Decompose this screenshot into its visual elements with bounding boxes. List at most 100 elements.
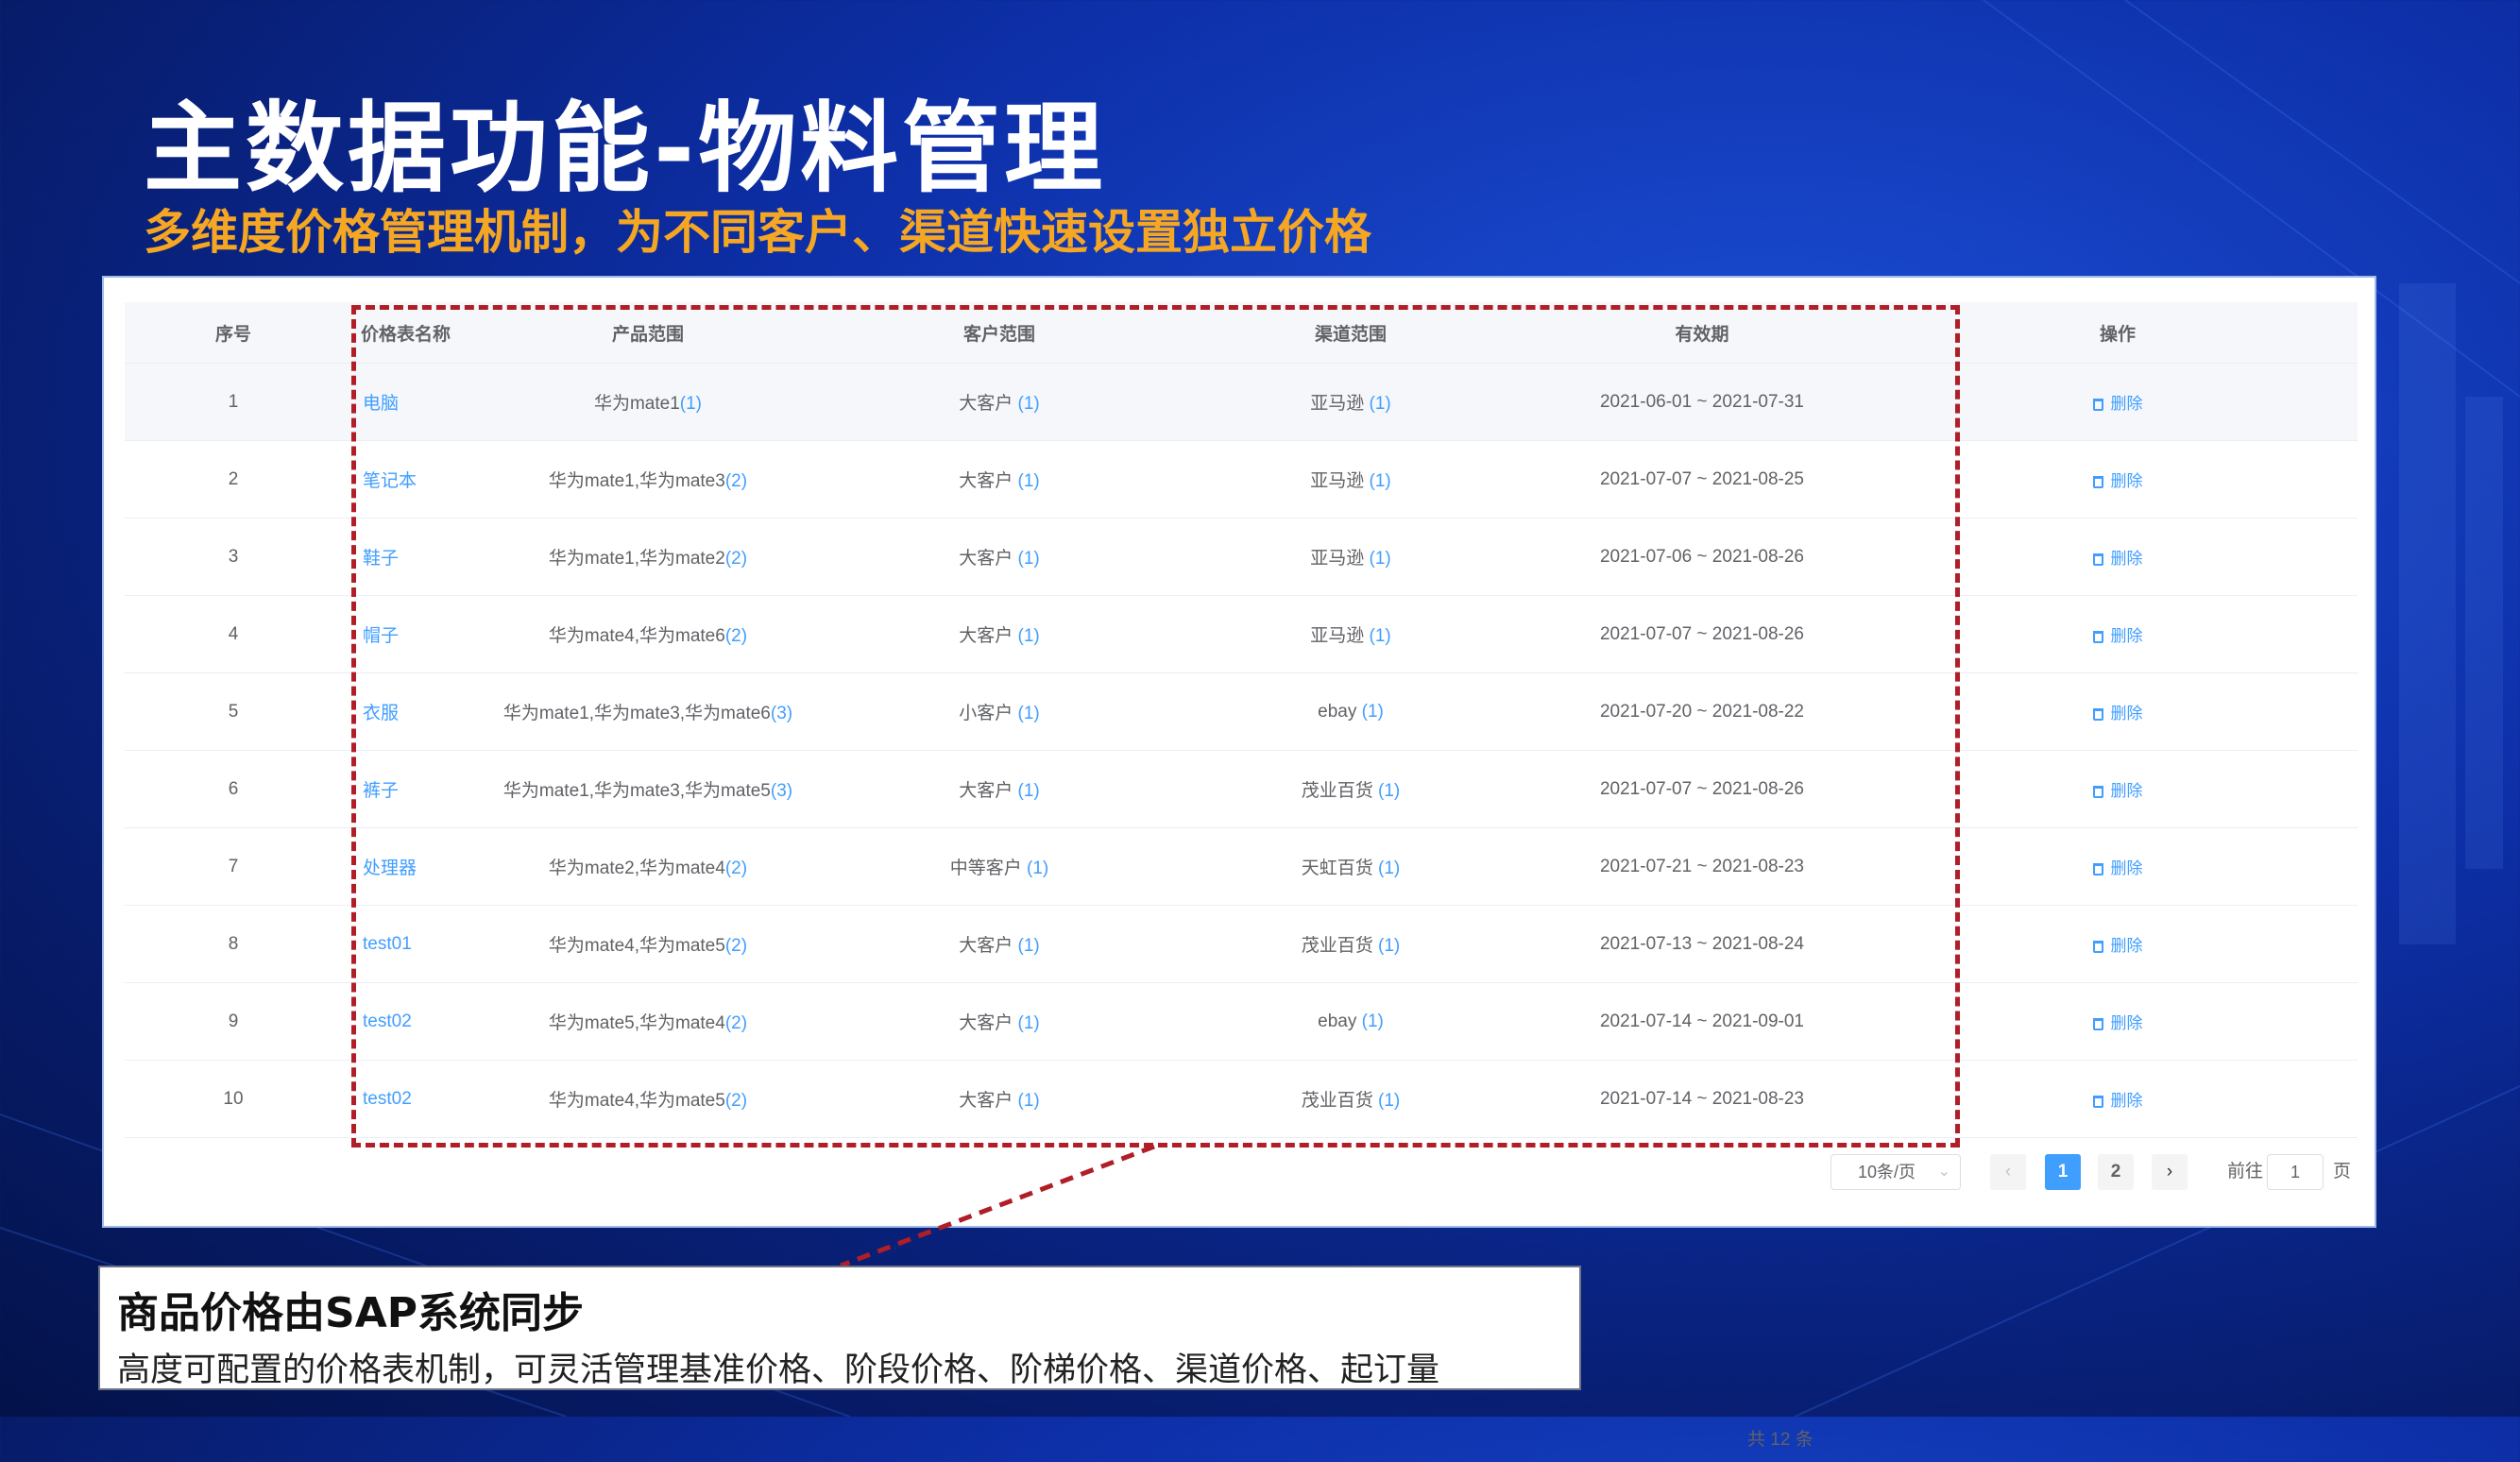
header-customers[interactable]: 客户范围 xyxy=(824,302,1175,364)
header-period[interactable]: 有效期 xyxy=(1526,302,1878,364)
delete-button[interactable]: 删除 xyxy=(2092,395,2143,413)
delete-label: 删除 xyxy=(2110,626,2143,645)
cell-channels: 亚马逊 xyxy=(1310,626,1365,646)
delete-button[interactable]: 删除 xyxy=(2092,782,2143,800)
channels-count-link[interactable]: (1) xyxy=(1370,471,1391,491)
chevron-down-icon: ⌄ xyxy=(1937,1164,1950,1180)
channels-count-link[interactable]: (1) xyxy=(1378,781,1400,801)
customers-count-link[interactable]: (1) xyxy=(1027,858,1048,878)
channels-count-link[interactable]: (1) xyxy=(1378,1091,1400,1111)
price-list-name-link[interactable]: 衣服 xyxy=(363,704,399,723)
cell-channels: 茂业百货 xyxy=(1301,1091,1373,1111)
price-table: 序号 价格表名称 产品范围 客户范围 渠道范围 有效期 操作 1 电脑 华为mate… xyxy=(125,302,2358,1138)
trash-icon xyxy=(2092,475,2103,488)
header-products[interactable]: 产品范围 xyxy=(472,302,824,364)
products-count-link[interactable]: (2) xyxy=(725,1013,747,1033)
customers-count-link[interactable]: (1) xyxy=(1018,1091,1040,1111)
channels-count-link[interactable]: (1) xyxy=(1362,1012,1384,1031)
price-table-panel: 序号 价格表名称 产品范围 客户范围 渠道范围 有效期 操作 1 电脑 华为mate… xyxy=(102,276,2376,1450)
price-list-name-link[interactable]: 电脑 xyxy=(363,394,399,414)
goto-page-input[interactable]: 1 xyxy=(2267,1154,2324,1190)
table-row: 5 衣服 华为mate1,华为mate3,华为mate6(3) 小客户 (1) ebay… xyxy=(125,672,2358,751)
header-name[interactable]: 价格表名称 xyxy=(342,302,472,364)
delete-button[interactable]: 删除 xyxy=(2092,859,2143,877)
channels-count-link[interactable]: (1) xyxy=(1370,626,1391,646)
price-list-name-link[interactable]: 裤子 xyxy=(363,781,399,801)
table-row: 4 帽子 华为mate4,华为mate6(2) 大客户 (1) 亚马逊 (1) 2021-… xyxy=(125,595,2358,673)
pagination-total: 共 12 条 xyxy=(1747,1430,1813,1450)
channels-count-link[interactable]: (1) xyxy=(1370,394,1391,414)
cell-index: 8 xyxy=(125,905,342,983)
channels-count-link[interactable]: (1) xyxy=(1378,858,1400,878)
cell-customers: 大客户 xyxy=(959,471,1013,491)
cell-period: 2021-07-14 ~ 2021-09-01 xyxy=(1526,982,1878,1061)
channels-count-link[interactable]: (1) xyxy=(1362,702,1384,722)
callout-title: 商品价格由SAP系统同步 xyxy=(117,1289,584,1337)
trash-icon xyxy=(2092,707,2103,721)
products-count-link[interactable]: (2) xyxy=(725,1091,747,1111)
delete-button[interactable]: 删除 xyxy=(2092,937,2143,955)
products-count-link[interactable]: (2) xyxy=(725,936,747,956)
cell-channels: 茂业百货 xyxy=(1301,936,1373,956)
cell-customers: 大客户 xyxy=(959,1013,1013,1033)
price-list-name-link[interactable]: 帽子 xyxy=(363,626,399,646)
cell-index: 9 xyxy=(125,982,342,1061)
table-row: 9 test02 华为mate5,华为mate4(2) 大客户 (1) ebay (1)… xyxy=(125,982,2358,1061)
prev-page-button[interactable]: ‹ xyxy=(1990,1154,2026,1190)
next-page-button[interactable]: › xyxy=(2152,1154,2188,1190)
cell-period: 2021-06-01 ~ 2021-07-31 xyxy=(1526,363,1878,441)
price-list-name-link[interactable]: 处理器 xyxy=(363,858,417,878)
cell-index: 4 xyxy=(125,595,342,673)
channels-count-link[interactable]: (1) xyxy=(1378,936,1400,956)
cell-customers: 大客户 xyxy=(959,626,1013,646)
price-list-name-link[interactable]: test02 xyxy=(363,1012,412,1031)
page-button-2[interactable]: 2 xyxy=(2098,1154,2134,1190)
products-count-link[interactable]: (2) xyxy=(725,471,747,491)
header-channels[interactable]: 渠道范围 xyxy=(1175,302,1526,364)
customers-count-link[interactable]: (1) xyxy=(1018,626,1040,646)
cell-products: 华为mate1,华为mate3 xyxy=(548,471,725,491)
cell-channels: 亚马逊 xyxy=(1310,471,1365,491)
customers-count-link[interactable]: (1) xyxy=(1018,1013,1040,1033)
price-list-name-link[interactable]: 笔记本 xyxy=(363,471,417,491)
cell-customers: 中等客户 xyxy=(949,858,1022,878)
page-button-1[interactable]: 1 xyxy=(2045,1154,2081,1190)
products-count-link[interactable]: (2) xyxy=(725,549,747,569)
price-list-name-link[interactable]: 鞋子 xyxy=(363,549,399,569)
cell-period: 2021-07-20 ~ 2021-08-22 xyxy=(1526,672,1878,751)
products-count-link[interactable]: (2) xyxy=(725,858,747,878)
delete-button[interactable]: 删除 xyxy=(2092,550,2143,568)
customers-count-link[interactable]: (1) xyxy=(1018,704,1040,723)
delete-button[interactable]: 删除 xyxy=(2092,1092,2143,1110)
customers-count-link[interactable]: (1) xyxy=(1018,781,1040,801)
channels-count-link[interactable]: (1) xyxy=(1370,549,1391,569)
customers-count-link[interactable]: (1) xyxy=(1018,471,1040,491)
products-count-link[interactable]: (3) xyxy=(771,781,792,801)
delete-button[interactable]: 删除 xyxy=(2092,626,2143,645)
price-list-name-link[interactable]: test01 xyxy=(363,934,412,954)
delete-button[interactable]: 删除 xyxy=(2092,472,2143,490)
table-row: 3 鞋子 华为mate1,华为mate2(2) 大客户 (1) 亚马逊 (1) 2021-… xyxy=(125,518,2358,596)
cell-index: 1 xyxy=(125,363,342,441)
page-size-select[interactable]: 10条/页 ⌄ xyxy=(1830,1154,1961,1190)
customers-count-link[interactable]: (1) xyxy=(1018,394,1040,414)
cell-period: 2021-07-13 ~ 2021-08-24 xyxy=(1526,905,1878,983)
trash-icon xyxy=(2092,630,2103,643)
cell-customers: 大客户 xyxy=(959,394,1013,414)
table-row: 8 test01 华为mate4,华为mate5(2) 大客户 (1) 茂业百货 (1)… xyxy=(125,905,2358,983)
page-size-value: 10条/页 xyxy=(1858,1163,1916,1182)
products-count-link[interactable]: (3) xyxy=(771,704,792,723)
products-count-link[interactable]: (2) xyxy=(725,626,747,646)
goto-label: 前往 xyxy=(2227,1162,2264,1182)
header-index[interactable]: 序号 xyxy=(125,302,342,364)
delete-button[interactable]: 删除 xyxy=(2092,1014,2143,1032)
cell-period: 2021-07-21 ~ 2021-08-23 xyxy=(1526,827,1878,906)
cell-products: 华为mate1 xyxy=(593,394,680,414)
customers-count-link[interactable]: (1) xyxy=(1018,936,1040,956)
cell-products: 华为mate2,华为mate4 xyxy=(548,858,725,878)
price-list-name-link[interactable]: test02 xyxy=(363,1089,412,1109)
products-count-link[interactable]: (1) xyxy=(680,394,702,414)
customers-count-link[interactable]: (1) xyxy=(1018,549,1040,569)
cell-index: 5 xyxy=(125,672,342,751)
delete-button[interactable]: 删除 xyxy=(2092,705,2143,722)
